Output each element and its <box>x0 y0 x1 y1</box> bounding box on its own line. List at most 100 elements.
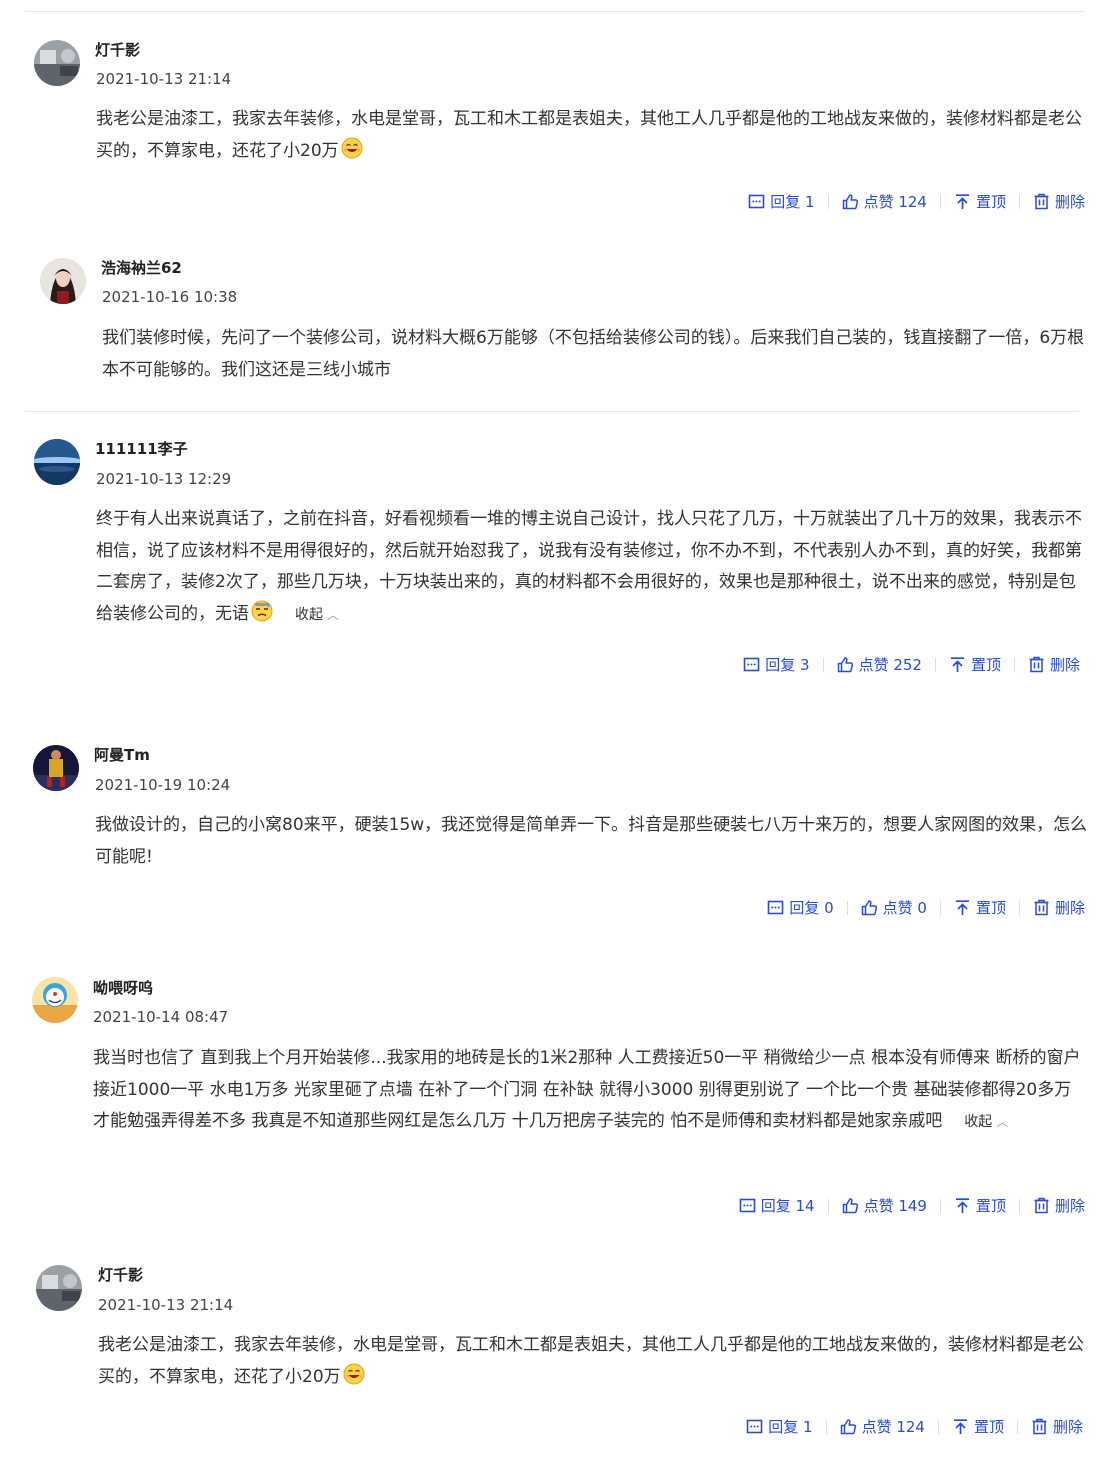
comment-text: 我老公是油漆工，我家去年装修，水电是堂哥，瓦工和木工都是表姐夫，其他工人几乎都是… <box>98 1330 1093 1393</box>
delete-button[interactable]: 删除 <box>1033 191 1085 212</box>
username[interactable]: 灯千影 <box>95 39 140 60</box>
pin-to-top-icon <box>949 656 966 673</box>
thumbs-up-icon <box>861 899 878 916</box>
action-divider <box>827 1198 829 1213</box>
reply-icon <box>743 656 760 673</box>
collapse-label: 收起 <box>295 606 323 623</box>
reply-label: 回复 1 <box>770 193 815 211</box>
comment-text: 我们装修时候，先问了一个装修公司，说材料大概6万能够（不包括给装修公司的钱）。后… <box>102 328 1085 380</box>
action-divider <box>1018 900 1020 915</box>
comment-text-body: 我当时也信了 直到我上个月开始装修...我家用的地砖是长的1米2那种 人工费接近… <box>93 1048 1081 1131</box>
action-divider <box>934 657 936 672</box>
username[interactable]: 灯千影 <box>98 1264 143 1285</box>
delete-button[interactable]: 删除 <box>1028 654 1080 675</box>
comment-text: 我当时也信了 直到我上个月开始装修...我家用的地砖是长的1米2那种 人工费接近… <box>93 1043 1085 1139</box>
action-divider <box>1018 1198 1020 1213</box>
like-label: 点赞 149 <box>863 1197 927 1215</box>
reply-button[interactable]: 回复 3 <box>743 654 810 675</box>
username[interactable]: 呦喂呀呜 <box>93 977 153 998</box>
delete-button[interactable]: 删除 <box>1033 1195 1085 1216</box>
pin-button[interactable]: 置顶 <box>949 654 1001 675</box>
like-button[interactable]: 点赞 124 <box>842 191 927 212</box>
comment-text: 我老公是油漆工，我家去年装修，水电是堂哥，瓦工和木工都是表姐夫，其他工人几乎都是… <box>96 104 1091 167</box>
action-divider <box>822 657 824 672</box>
avatar[interactable] <box>33 745 79 791</box>
avatar[interactable] <box>34 40 80 86</box>
action-divider <box>846 900 848 915</box>
comment-text: 终于有人出来说真话了，之前在抖音，好看视频看一堆的博主说自己设计，找人只花了几万… <box>96 504 1091 631</box>
reply-icon <box>767 899 784 916</box>
pin-button[interactable]: 置顶 <box>954 897 1006 918</box>
comment-text-body: 我老公是油漆工，我家去年装修，水电是堂哥，瓦工和木工都是表姐夫，其他工人几乎都是… <box>98 1335 1084 1387</box>
timestamp: 2021-10-16 10:38 <box>102 288 238 306</box>
pin-to-top-icon <box>954 1197 971 1214</box>
like-button[interactable]: 点赞 0 <box>861 897 927 918</box>
avatar[interactable] <box>32 977 78 1023</box>
comment-actions: 回复 1 点赞 124 置顶 删除 <box>746 1416 1083 1437</box>
like-button[interactable]: 点赞 252 <box>837 654 922 675</box>
comment-text-body: 终于有人出来说真话了，之前在抖音，好看视频看一堆的博主说自己设计，找人只花了几万… <box>96 509 1082 624</box>
action-divider <box>939 194 941 209</box>
comment-text: 我做设计的，自己的小窝80来平，硬装15w，我还觉得是简单弄一下。抖音是那些硬装… <box>95 815 1088 867</box>
action-divider <box>1013 657 1015 672</box>
like-label: 点赞 124 <box>861 1418 925 1436</box>
action-divider <box>825 1419 827 1434</box>
timestamp: 2021-10-13 12:29 <box>96 470 232 488</box>
pin-label: 置顶 <box>975 1197 1006 1215</box>
like-label: 点赞 0 <box>882 899 927 917</box>
trash-icon <box>1033 899 1050 916</box>
sweat-emoji-icon <box>251 600 273 622</box>
timestamp: 2021-10-14 08:47 <box>93 1008 229 1026</box>
pin-button[interactable]: 置顶 <box>952 1416 1004 1437</box>
pin-label: 置顶 <box>973 1418 1004 1436</box>
reply-button[interactable]: 回复 14 <box>739 1195 815 1216</box>
timestamp: 2021-10-19 10:24 <box>95 776 231 794</box>
avatar[interactable] <box>40 258 86 304</box>
like-label: 点赞 124 <box>863 193 927 211</box>
thumbs-up-icon <box>842 1197 859 1214</box>
trash-icon <box>1033 193 1050 210</box>
reply-icon <box>748 193 765 210</box>
collapse-button[interactable]: 收起 ︿ <box>295 607 339 623</box>
timestamp: 2021-10-13 21:14 <box>96 70 232 88</box>
reply-button[interactable]: 回复 0 <box>767 897 834 918</box>
action-divider <box>827 194 829 209</box>
action-divider <box>939 900 941 915</box>
reply-button[interactable]: 回复 1 <box>746 1416 813 1437</box>
section-divider <box>25 411 1079 412</box>
chevron-up-icon: ︿ <box>996 1115 1009 1129</box>
delete-label: 删除 <box>1054 899 1085 917</box>
reply-icon <box>739 1197 756 1214</box>
username[interactable]: 浩海衲兰62 <box>101 257 182 278</box>
thumbs-up-icon <box>842 193 859 210</box>
reply-label: 回复 0 <box>789 899 834 917</box>
like-button[interactable]: 点赞 149 <box>842 1195 927 1216</box>
action-divider <box>937 1419 939 1434</box>
avatar[interactable] <box>34 439 80 485</box>
comment-actions: 回复 3 点赞 252 置顶 删除 <box>743 654 1080 675</box>
pin-button[interactable]: 置顶 <box>954 191 1006 212</box>
chevron-up-icon: ︿ <box>327 607 340 622</box>
trash-icon <box>1033 1197 1050 1214</box>
reply-button[interactable]: 回复 1 <box>748 191 815 212</box>
like-button[interactable]: 点赞 124 <box>840 1416 925 1437</box>
grin-emoji-icon <box>343 1363 365 1385</box>
delete-button[interactable]: 删除 <box>1031 1416 1083 1437</box>
delete-label: 删除 <box>1054 1197 1085 1215</box>
username[interactable]: 111111李子 <box>95 438 188 459</box>
pin-label: 置顶 <box>975 899 1006 917</box>
reply-label: 回复 3 <box>765 656 810 674</box>
pin-to-top-icon <box>954 899 971 916</box>
pin-label: 置顶 <box>970 656 1001 674</box>
collapse-button[interactable]: 收起 ︿ <box>964 1114 1008 1130</box>
top-divider <box>25 11 1085 12</box>
username[interactable]: 阿曼Tm <box>94 744 150 765</box>
action-divider <box>1018 194 1020 209</box>
comment-actions: 回复 0 点赞 0 置顶 删除 <box>767 897 1085 918</box>
delete-button[interactable]: 删除 <box>1033 897 1085 918</box>
reply-label: 回复 14 <box>760 1197 815 1215</box>
reply-label: 回复 1 <box>768 1418 813 1436</box>
pin-button[interactable]: 置顶 <box>954 1195 1006 1216</box>
pin-to-top-icon <box>954 193 971 210</box>
avatar[interactable] <box>36 1265 82 1311</box>
